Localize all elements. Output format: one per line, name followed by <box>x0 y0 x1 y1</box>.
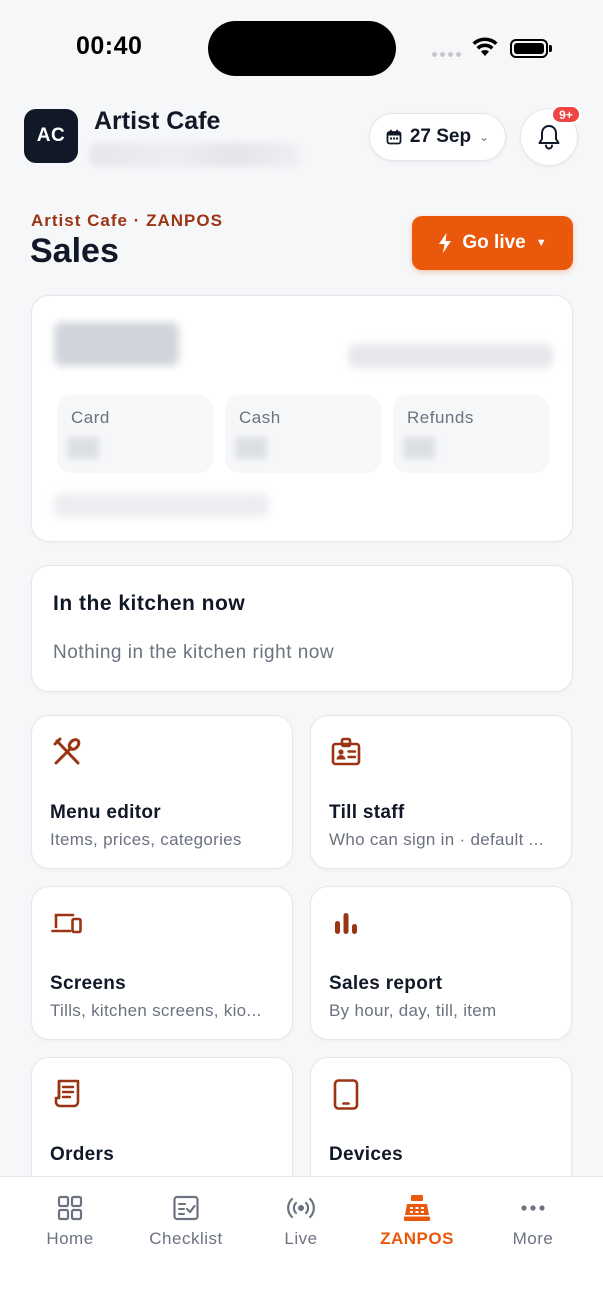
status-time: 00:40 <box>76 32 143 60</box>
tile-till-staff[interactable]: Till staff Who can sign in · default ... <box>310 715 572 869</box>
sales-meta-redacted <box>348 344 553 368</box>
stat-card: Card <box>57 395 213 473</box>
stat-card: Refunds <box>393 395 549 473</box>
stat-value-redacted <box>67 437 99 459</box>
stat-card: Cash <box>225 395 381 473</box>
stat-label: Card <box>71 408 110 427</box>
tile-title: Orders <box>50 1144 115 1165</box>
tab-home[interactable]: Home <box>15 1193 125 1249</box>
bottom-tab-bar: Home Checklist Live ZANPOS More <box>0 1176 603 1311</box>
signal-icon <box>432 52 461 57</box>
utensils-icon <box>53 737 81 765</box>
lightning-icon <box>439 233 452 253</box>
tile-title: Screens <box>50 973 127 994</box>
tile-subtitle: Tills, kitchen screens, kio... <box>50 1001 262 1020</box>
bell-icon <box>538 125 560 150</box>
tab-zanpos[interactable]: ZANPOS <box>362 1193 472 1249</box>
grid-icon <box>57 1195 83 1221</box>
date-label: 27 Sep <box>409 126 472 147</box>
tab-live[interactable]: Live <box>246 1193 356 1249</box>
receipt-icon <box>54 1079 80 1108</box>
caret-down-icon: ▼ <box>535 237 547 249</box>
more-dots-icon <box>521 1205 545 1211</box>
tile-title: Menu editor <box>50 802 161 823</box>
stat-label: Cash <box>239 408 281 427</box>
tab-checklist[interactable]: Checklist <box>131 1193 241 1249</box>
tile-menu-editor[interactable]: Menu editor Items, prices, categories <box>31 715 293 869</box>
tile-sales-report[interactable]: Sales report By hour, day, till, item <box>310 886 572 1040</box>
tab-label: ZANPOS <box>380 1229 454 1248</box>
avatar[interactable]: AC <box>24 109 78 163</box>
tab-more[interactable]: More <box>478 1193 588 1249</box>
wifi-icon <box>472 37 498 56</box>
kitchen-card[interactable]: In the kitchen now Nothing in the kitche… <box>31 565 573 692</box>
tile-title: Devices <box>329 1144 403 1165</box>
tab-label: Checklist <box>149 1229 223 1248</box>
notification-badge: 9+ <box>551 105 581 124</box>
page-title: Sales <box>30 232 119 270</box>
stat-value-redacted <box>403 437 435 459</box>
id-badge-icon <box>331 737 361 766</box>
status-bar: 00:40 <box>0 0 603 96</box>
calendar-icon <box>386 129 402 145</box>
go-live-button[interactable]: Go live ▼ <box>412 216 573 270</box>
total-sales-redacted <box>54 322 179 366</box>
checklist-icon <box>173 1195 199 1221</box>
tile-subtitle: Items, prices, categories <box>50 830 242 849</box>
tab-label: Live <box>284 1229 318 1248</box>
sales-summary-card[interactable]: Card Cash Refunds <box>31 295 573 542</box>
cash-register-icon <box>404 1195 430 1221</box>
stat-label: Refunds <box>407 408 474 427</box>
tile-screens[interactable]: Screens Tills, kitchen screens, kio... <box>31 886 293 1040</box>
tab-label: More <box>512 1229 554 1248</box>
go-live-label: Go live <box>462 232 526 253</box>
tile-title: Sales report <box>329 973 443 994</box>
tile-subtitle: Who can sign in · default ... <box>329 830 544 849</box>
devices-icon <box>51 913 82 934</box>
tablet-icon <box>333 1079 359 1110</box>
battery-icon <box>510 39 548 58</box>
sales-footnote-redacted <box>54 493 269 517</box>
tile-subtitle: By hour, day, till, item <box>329 1001 497 1020</box>
date-picker-button[interactable]: 27 Sep ⌄ <box>369 113 506 161</box>
venue-subtitle-redacted <box>90 143 300 167</box>
tab-label: Home <box>46 1229 94 1248</box>
venue-name[interactable]: Artist Cafe <box>94 107 220 136</box>
stat-value-redacted <box>235 437 267 459</box>
broadcast-icon <box>287 1197 315 1219</box>
kitchen-empty-message: Nothing in the kitchen right now <box>53 642 335 663</box>
breadcrumb: Artist Cafe · ZANPOS <box>31 211 223 230</box>
tile-title: Till staff <box>329 802 405 823</box>
chevron-down-icon: ⌄ <box>479 130 490 144</box>
bar-chart-icon <box>335 913 357 934</box>
kitchen-title: In the kitchen now <box>53 592 246 615</box>
dynamic-island <box>208 21 396 76</box>
